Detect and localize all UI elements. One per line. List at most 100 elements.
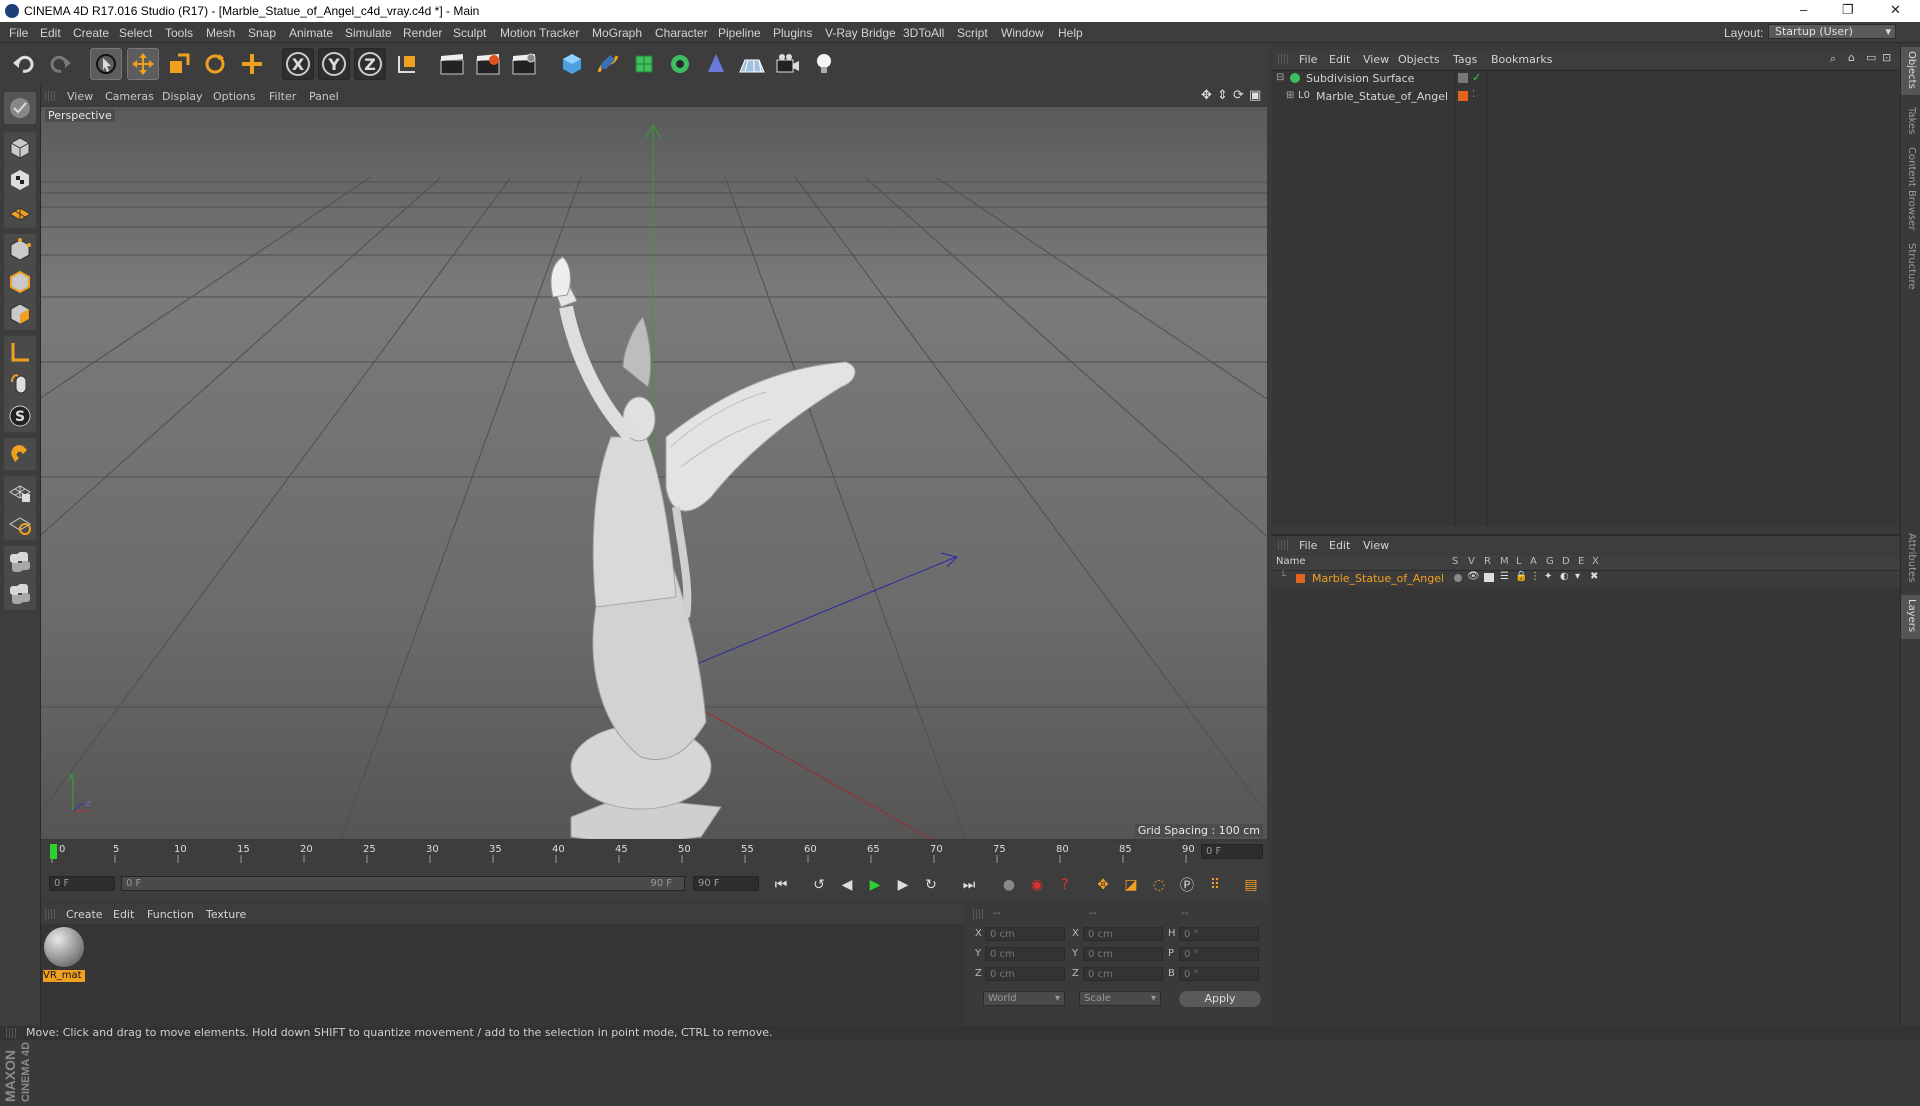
minimize-button[interactable]: –	[1800, 2, 1807, 17]
menu-3dtoall[interactable]: 3DToAll	[903, 26, 944, 40]
menu-render[interactable]: Render	[403, 26, 442, 40]
expand-icon[interactable]: ⊞	[1286, 90, 1294, 101]
menu-snap[interactable]: Snap	[248, 26, 276, 40]
menu-window[interactable]: Window	[1001, 26, 1044, 40]
go-to-end-button[interactable]: ⏭	[957, 873, 981, 897]
menu-plugins[interactable]: Plugins	[773, 26, 812, 40]
model-mode-button[interactable]	[4, 132, 36, 164]
add-camera-button[interactable]	[772, 48, 804, 80]
menu-help[interactable]: Help	[1058, 26, 1083, 40]
recent-tool-button[interactable]	[236, 48, 268, 80]
menu-mograph[interactable]: MoGraph	[592, 26, 642, 40]
tab-content-browser[interactable]: Content Browser	[1906, 147, 1917, 230]
playhead-marker[interactable]	[50, 844, 57, 859]
coord-pos-x-field[interactable]: 0 cm	[985, 927, 1065, 941]
apply-button[interactable]: Apply	[1179, 991, 1261, 1007]
tweak-mode-button[interactable]	[4, 368, 36, 400]
object-menu-view[interactable]: View	[1363, 53, 1389, 66]
object-menu-bookmarks[interactable]: Bookmarks	[1491, 53, 1552, 66]
tab-layers[interactable]: Layers	[1906, 599, 1917, 632]
layer-animation-icon[interactable]: ⋮	[1530, 571, 1540, 582]
new-view-icon[interactable]: ⊡	[1882, 51, 1891, 64]
previous-key-button[interactable]: ↺	[807, 873, 831, 897]
material-menu-edit[interactable]: Edit	[113, 908, 134, 921]
layer-deformer-icon[interactable]: ◐	[1560, 571, 1569, 582]
material-menu-function[interactable]: Function	[147, 908, 194, 921]
coordinate-system-button[interactable]	[391, 48, 423, 80]
coord-size-mode-select[interactable]: Scale ▾	[1079, 991, 1161, 1006]
render-picture-viewer-button[interactable]	[472, 48, 504, 80]
menu-animate[interactable]: Animate	[289, 26, 333, 40]
rotate-tool-button[interactable]	[199, 48, 231, 80]
add-spline-button[interactable]	[592, 48, 624, 80]
edges-mode-button[interactable]	[4, 266, 36, 298]
x-axis-lock-button[interactable]: X	[282, 48, 314, 80]
layer-col-locked[interactable]: L	[1516, 556, 1522, 567]
layer-col-render[interactable]: R	[1484, 556, 1491, 567]
key-position-toggle[interactable]: ✥	[1091, 873, 1115, 897]
viewport-pan-icon[interactable]: ✥	[1201, 88, 1212, 103]
make-editable-button[interactable]	[4, 92, 36, 124]
layer-render-icon[interactable]	[1484, 573, 1494, 582]
redo-button[interactable]	[44, 48, 76, 80]
start-frame-field[interactable]: 0 F	[49, 876, 115, 891]
menu-motion-tracker[interactable]: Motion Tracker	[500, 26, 579, 40]
menu-select[interactable]: Select	[119, 26, 152, 40]
scale-tool-button[interactable]	[163, 48, 195, 80]
play-button[interactable]: ▶	[863, 873, 887, 897]
y-axis-lock-button[interactable]: Y	[318, 48, 350, 80]
coord-rot-h-field[interactable]: 0 °	[1179, 927, 1259, 941]
menu-sculpt[interactable]: Sculpt	[453, 26, 486, 40]
magnet-button[interactable]	[4, 438, 36, 470]
layer-view-eye-icon[interactable]: 👁	[1467, 571, 1480, 582]
record-keys-toggle[interactable]: ●	[997, 873, 1021, 897]
add-array-button[interactable]	[664, 48, 696, 80]
layer-xref-icon[interactable]: ✖	[1590, 571, 1598, 582]
layer-col-expressions[interactable]: E	[1578, 556, 1584, 567]
render-view-button[interactable]	[436, 48, 468, 80]
viewport-dolly-icon[interactable]: ⇕	[1217, 88, 1228, 103]
layer-menu-file[interactable]: File	[1299, 539, 1317, 552]
viewport-menu-panel[interactable]: Panel	[309, 90, 339, 103]
python-script-button[interactable]	[4, 546, 36, 578]
close-button[interactable]: ✕	[1890, 2, 1901, 18]
tab-takes[interactable]: Takes	[1906, 107, 1917, 134]
add-floor-button[interactable]	[736, 48, 768, 80]
object-menu-edit[interactable]: Edit	[1329, 53, 1350, 66]
menu-mesh[interactable]: Mesh	[206, 26, 235, 40]
menu-script[interactable]: Script	[957, 26, 988, 40]
go-to-start-button[interactable]: ⏮	[769, 873, 793, 897]
visibility-dots-icon[interactable]: ⁚	[1472, 89, 1475, 100]
menu-file[interactable]: File	[9, 26, 28, 40]
layer-col-name[interactable]: Name	[1276, 556, 1306, 567]
polygons-mode-button[interactable]	[4, 298, 36, 330]
layer-expression-icon[interactable]: ▾	[1575, 571, 1580, 582]
tab-objects[interactable]: Objects	[1906, 51, 1917, 89]
move-tool-button[interactable]	[127, 48, 159, 80]
undo-button[interactable]	[8, 48, 40, 80]
frame-range-slider[interactable]: 0 F 90 F	[121, 876, 685, 891]
layer-color-swatch[interactable]	[1296, 574, 1305, 583]
layer-solo-icon[interactable]	[1454, 574, 1462, 582]
coord-size-z-field[interactable]: 0 cm	[1083, 967, 1163, 981]
key-pla-toggle[interactable]: ⠿	[1203, 873, 1227, 897]
layer-col-solo[interactable]: S	[1452, 556, 1458, 567]
previous-frame-button[interactable]: ◀	[835, 873, 859, 897]
viewport-menu-cameras[interactable]: Cameras	[105, 90, 154, 103]
collapse-icon[interactable]: ⊟	[1276, 72, 1284, 83]
add-generator-button[interactable]	[628, 48, 660, 80]
points-mode-button[interactable]	[4, 234, 36, 266]
key-parameter-toggle[interactable]: Ⓟ	[1175, 873, 1199, 897]
record-button[interactable]: ◉	[1025, 873, 1049, 897]
add-light-button[interactable]	[808, 48, 840, 80]
viewport-menu-display[interactable]: Display	[162, 90, 203, 103]
menu-vray-bridge[interactable]: V-Ray Bridge	[825, 26, 896, 40]
workplane-rotate-button[interactable]	[4, 508, 36, 540]
tab-structure[interactable]: Structure	[1906, 243, 1917, 290]
restore-button[interactable]: ❐	[1842, 2, 1854, 18]
object-menu-objects[interactable]: Objects	[1398, 53, 1440, 66]
key-scale-toggle[interactable]: ◪	[1119, 873, 1143, 897]
layer-manager-icon[interactable]: ☰	[1500, 571, 1509, 582]
menu-edit[interactable]: Edit	[40, 26, 61, 40]
layer-col-manager[interactable]: M	[1500, 556, 1509, 567]
